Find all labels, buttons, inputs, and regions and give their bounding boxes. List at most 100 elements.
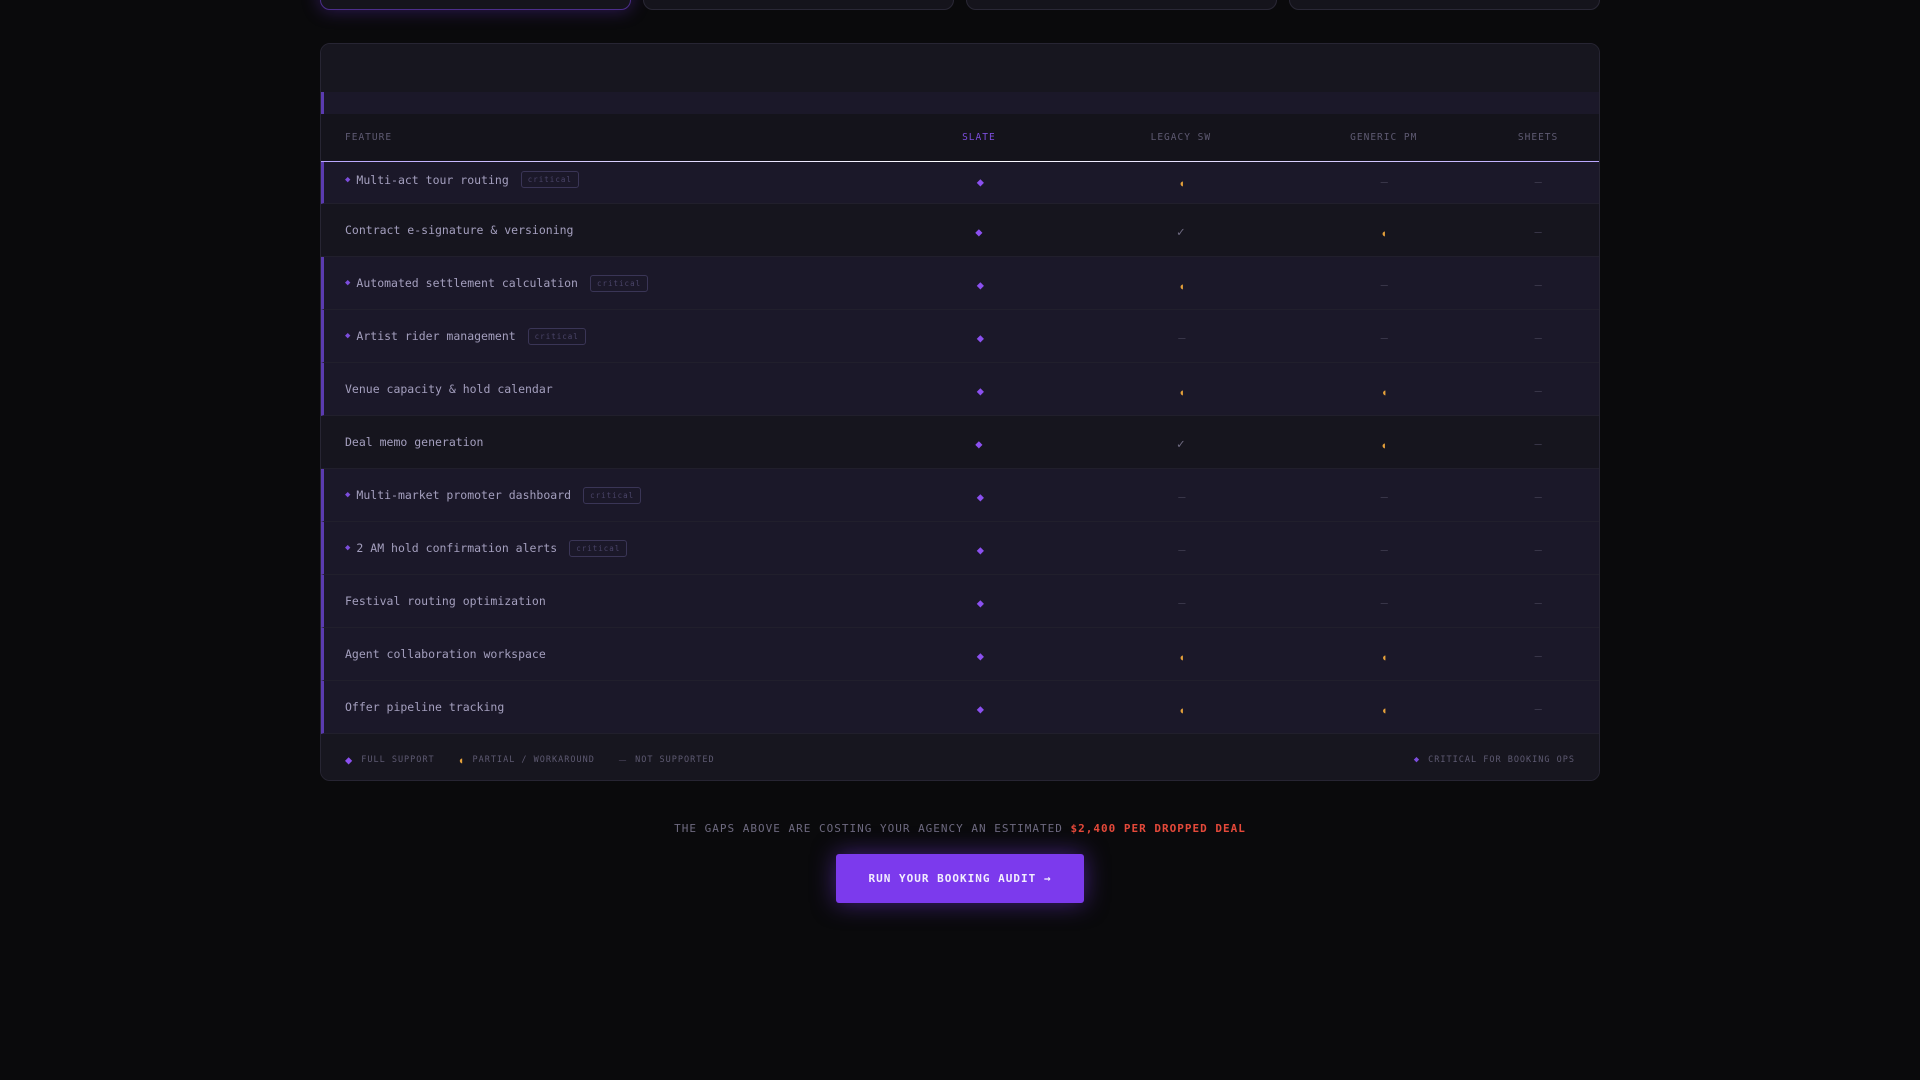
sheets-cell: — bbox=[1477, 171, 1599, 190]
legend-none-label: NOT SUPPORTED bbox=[635, 755, 715, 765]
legacy-cell: ✓ bbox=[1071, 433, 1290, 452]
comparison-panel: FEATURE SLATE LEGACY SW GENERIC PM SHEET… bbox=[320, 43, 1600, 781]
cost-statement: THE GAPS ABOVE ARE COSTING YOUR AGENCY A… bbox=[0, 822, 1920, 835]
plan-card-sheets[interactable] bbox=[1289, 0, 1600, 10]
slate-cell: ◆ bbox=[888, 274, 1072, 293]
generic-cell: — bbox=[1291, 171, 1477, 190]
table-row: Deal memo generation ◆ ✓ ◖ — bbox=[321, 416, 1599, 469]
sheets-cell: — bbox=[1477, 486, 1599, 505]
legend-full: ◆ FULL SUPPORT bbox=[345, 753, 435, 767]
generic-cell: — bbox=[1291, 539, 1477, 558]
sheets-cell: — bbox=[1477, 433, 1599, 452]
slate-cell: ◆ bbox=[888, 380, 1072, 399]
legacy-cell: ◖ bbox=[1073, 274, 1292, 293]
partial-support-icon: ◖ bbox=[458, 755, 465, 765]
not-supported-icon: — bbox=[1534, 595, 1542, 610]
critical-tag: critical bbox=[583, 486, 642, 504]
legacy-cell: — bbox=[1073, 592, 1292, 611]
sheets-cell: — bbox=[1477, 274, 1599, 293]
cost-amount: $2,400 PER DROPPED DEAL bbox=[1070, 822, 1246, 835]
partial-support-icon: ◖ bbox=[1179, 705, 1185, 715]
not-supported-icon: — bbox=[1534, 175, 1542, 189]
critical-icon: ◆ bbox=[345, 543, 351, 553]
not-supported-icon: — bbox=[1534, 383, 1542, 398]
feature-cell: Festival routing optimization bbox=[324, 594, 888, 608]
table-row: ◆ Multi-act tour routing critical ◆ ◖ — — bbox=[321, 162, 1599, 204]
partial-support-icon: ◖ bbox=[1179, 281, 1185, 291]
slate-cell: ◆ bbox=[888, 539, 1072, 558]
full-support-icon: ◆ bbox=[976, 330, 984, 345]
legacy-cell: ✓ bbox=[1071, 221, 1290, 240]
table-row: Contract e-signature & versioning ◆ ✓ ◖ — bbox=[321, 204, 1599, 257]
feature-label: Contract e-signature & versioning bbox=[345, 223, 574, 237]
column-sheets: SHEETS bbox=[1517, 132, 1559, 143]
table-row: ◆ Multi-market promoter dashboard critical… bbox=[321, 469, 1599, 522]
feature-cell: Agent collaboration workspace bbox=[324, 647, 888, 661]
generic-cell: ◖ bbox=[1291, 698, 1477, 717]
table-row: ◆ 2 AM hold confirmation alerts critical ◆ —… bbox=[321, 522, 1599, 575]
sheets-cell: — bbox=[1477, 221, 1599, 240]
legend-full-label: FULL SUPPORT bbox=[361, 755, 435, 765]
not-supported-icon: — bbox=[1178, 595, 1186, 610]
critical-tag: critical bbox=[569, 539, 628, 557]
not-supported-icon: — bbox=[1534, 277, 1542, 292]
full-support-icon: ◆ bbox=[976, 383, 984, 398]
feature-cell: ◆ Automated settlement calculation critica… bbox=[324, 274, 888, 292]
feature-label: Artist rider management bbox=[356, 329, 516, 343]
legacy-cell: — bbox=[1073, 327, 1292, 346]
sheets-cell: — bbox=[1477, 698, 1599, 717]
not-supported-icon: — bbox=[1534, 648, 1542, 663]
full-support-icon: ◆ bbox=[976, 489, 984, 504]
legend: ◆ FULL SUPPORT ◖ PARTIAL / WORKAROUND — … bbox=[321, 734, 1599, 780]
not-supported-icon: — bbox=[1534, 436, 1542, 451]
booking-audit-button[interactable]: RUN YOUR BOOKING AUDIT → bbox=[836, 854, 1084, 903]
feature-label: Automated settlement calculation bbox=[356, 276, 578, 290]
feature-cell: ◆ Artist rider management critical bbox=[324, 327, 888, 345]
not-supported-icon: — bbox=[1380, 489, 1388, 504]
column-legacy: LEGACY SW bbox=[1150, 132, 1212, 143]
sheets-cell: — bbox=[1477, 592, 1599, 611]
full-support-icon: ◆ bbox=[976, 175, 984, 189]
generic-cell: ◖ bbox=[1291, 645, 1477, 664]
feature-label: Multi-act tour routing bbox=[356, 172, 509, 187]
partial-support-icon: ◖ bbox=[1381, 228, 1387, 238]
generic-cell: — bbox=[1291, 486, 1477, 505]
plan-card-legacy[interactable] bbox=[643, 0, 954, 10]
slate-cell: ◆ bbox=[888, 486, 1072, 505]
full-support-icon: ◆ bbox=[345, 753, 354, 767]
partial-support-icon: ◖ bbox=[1381, 705, 1387, 715]
table-header: FEATURE SLATE LEGACY SW GENERIC PM SHEET… bbox=[321, 114, 1599, 163]
table-row: Venue capacity & hold calendar ◆ ◖ ◖ — bbox=[321, 363, 1599, 416]
critical-tag: critical bbox=[527, 327, 586, 345]
slate-cell: ◆ bbox=[887, 221, 1072, 240]
cost-prefix: THE GAPS ABOVE ARE COSTING YOUR AGENCY A… bbox=[674, 822, 1063, 835]
critical-icon: ◆ bbox=[345, 174, 351, 185]
slate-cell: ◆ bbox=[887, 433, 1072, 452]
plan-card-generic[interactable] bbox=[966, 0, 1277, 10]
full-support-icon: ◆ bbox=[976, 701, 984, 716]
column-generic: GENERIC PM bbox=[1350, 132, 1418, 143]
not-supported-icon: — bbox=[1534, 224, 1542, 239]
slate-cell: ◆ bbox=[888, 327, 1072, 346]
column-slate: SLATE bbox=[962, 132, 996, 143]
critical-tag: critical bbox=[589, 274, 649, 292]
legacy-cell: — bbox=[1073, 539, 1292, 558]
feature-cell: ◆ 2 AM hold confirmation alerts critical bbox=[324, 539, 888, 557]
legend-partial-label: PARTIAL / WORKAROUND bbox=[472, 755, 595, 765]
slate-cell: ◆ bbox=[888, 171, 1072, 190]
panel-accent-strip bbox=[321, 92, 1599, 114]
generic-cell: ◖ bbox=[1290, 433, 1477, 452]
table-row: ◆ Automated settlement calculation critica… bbox=[321, 257, 1599, 310]
feature-label: Offer pipeline tracking bbox=[345, 700, 505, 714]
generic-cell: — bbox=[1291, 327, 1477, 346]
not-supported-icon: — bbox=[1534, 542, 1542, 557]
legacy-cell: ◖ bbox=[1073, 645, 1292, 664]
plan-card-slate[interactable] bbox=[320, 0, 631, 10]
sheets-cell: — bbox=[1477, 645, 1599, 664]
partial-support-icon: ◖ bbox=[1179, 179, 1185, 188]
slate-cell: ◆ bbox=[888, 698, 1072, 717]
not-supported-icon: — bbox=[1380, 330, 1388, 345]
not-supported-icon: — bbox=[1380, 542, 1388, 557]
full-support-icon: ◆ bbox=[975, 224, 983, 239]
check-icon: ✓ bbox=[1176, 436, 1185, 452]
